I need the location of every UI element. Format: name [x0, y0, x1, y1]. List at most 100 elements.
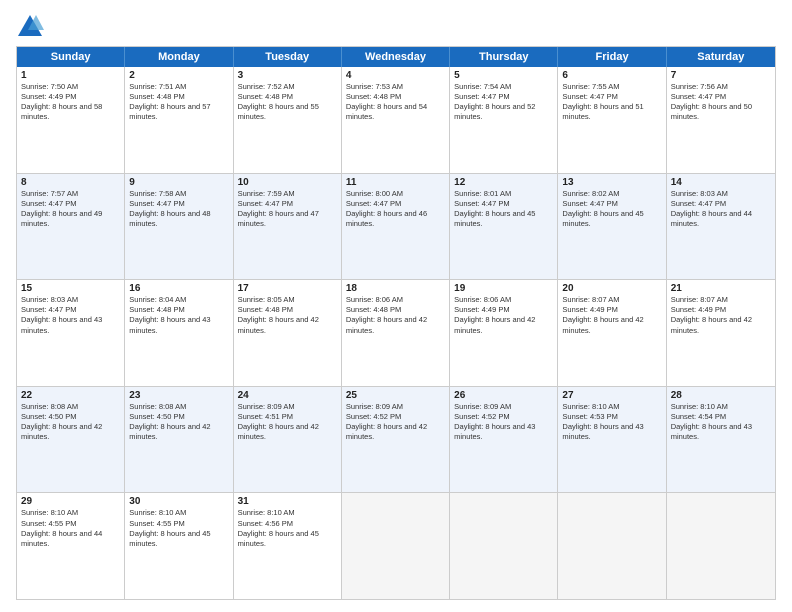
- daylight-label: Daylight: 8 hours and 42 minutes.: [671, 315, 752, 334]
- day-info: Sunrise: 8:09 AM Sunset: 4:51 PM Dayligh…: [238, 402, 337, 443]
- day-cell-18: 18 Sunrise: 8:06 AM Sunset: 4:48 PM Dayl…: [342, 280, 450, 386]
- sunset-label: Sunset: 4:47 PM: [671, 199, 726, 208]
- day-number: 26: [454, 390, 553, 401]
- day-number: 7: [671, 70, 771, 81]
- day-number: 12: [454, 177, 553, 188]
- day-cell-25: 25 Sunrise: 8:09 AM Sunset: 4:52 PM Dayl…: [342, 387, 450, 493]
- day-number: 18: [346, 283, 445, 294]
- sunset-label: Sunset: 4:47 PM: [671, 92, 726, 101]
- sunrise-label: Sunrise: 8:10 AM: [562, 402, 619, 411]
- daylight-label: Daylight: 8 hours and 44 minutes.: [21, 529, 102, 548]
- daylight-label: Daylight: 8 hours and 50 minutes.: [671, 102, 752, 121]
- day-number: 2: [129, 70, 228, 81]
- daylight-label: Daylight: 8 hours and 55 minutes.: [238, 102, 319, 121]
- daylight-label: Daylight: 8 hours and 42 minutes.: [346, 315, 427, 334]
- sunrise-label: Sunrise: 8:02 AM: [562, 189, 619, 198]
- daylight-label: Daylight: 8 hours and 42 minutes.: [21, 422, 102, 441]
- empty-cell-4-5: [558, 493, 666, 599]
- day-number: 19: [454, 283, 553, 294]
- day-number: 8: [21, 177, 120, 188]
- day-info: Sunrise: 7:54 AM Sunset: 4:47 PM Dayligh…: [454, 82, 553, 123]
- day-info: Sunrise: 8:10 AM Sunset: 4:55 PM Dayligh…: [21, 508, 120, 549]
- sunrise-label: Sunrise: 7:58 AM: [129, 189, 186, 198]
- day-info: Sunrise: 7:57 AM Sunset: 4:47 PM Dayligh…: [21, 189, 120, 230]
- day-cell-11: 11 Sunrise: 8:00 AM Sunset: 4:47 PM Dayl…: [342, 174, 450, 280]
- day-cell-6: 6 Sunrise: 7:55 AM Sunset: 4:47 PM Dayli…: [558, 67, 666, 173]
- sunrise-label: Sunrise: 7:59 AM: [238, 189, 295, 198]
- sunrise-label: Sunrise: 8:09 AM: [346, 402, 403, 411]
- daylight-label: Daylight: 8 hours and 46 minutes.: [346, 209, 427, 228]
- calendar-row-4: 22 Sunrise: 8:08 AM Sunset: 4:50 PM Dayl…: [17, 386, 775, 493]
- calendar: SundayMondayTuesdayWednesdayThursdayFrid…: [16, 46, 776, 600]
- calendar-row-5: 29 Sunrise: 8:10 AM Sunset: 4:55 PM Dayl…: [17, 492, 775, 599]
- day-info: Sunrise: 8:03 AM Sunset: 4:47 PM Dayligh…: [671, 189, 771, 230]
- day-number: 21: [671, 283, 771, 294]
- day-info: Sunrise: 8:07 AM Sunset: 4:49 PM Dayligh…: [562, 295, 661, 336]
- daylight-label: Daylight: 8 hours and 42 minutes.: [346, 422, 427, 441]
- sunset-label: Sunset: 4:52 PM: [346, 412, 401, 421]
- daylight-label: Daylight: 8 hours and 45 minutes.: [454, 209, 535, 228]
- sunrise-label: Sunrise: 8:06 AM: [454, 295, 511, 304]
- logo: [16, 12, 48, 40]
- daylight-label: Daylight: 8 hours and 48 minutes.: [129, 209, 210, 228]
- day-info: Sunrise: 7:51 AM Sunset: 4:48 PM Dayligh…: [129, 82, 228, 123]
- calendar-header: SundayMondayTuesdayWednesdayThursdayFrid…: [17, 47, 775, 67]
- day-number: 29: [21, 496, 120, 507]
- sunrise-label: Sunrise: 8:04 AM: [129, 295, 186, 304]
- sunset-label: Sunset: 4:55 PM: [129, 519, 184, 528]
- sunset-label: Sunset: 4:48 PM: [346, 305, 401, 314]
- sunrise-label: Sunrise: 8:08 AM: [129, 402, 186, 411]
- day-header-sunday: Sunday: [17, 47, 125, 67]
- calendar-row-1: 1 Sunrise: 7:50 AM Sunset: 4:49 PM Dayli…: [17, 67, 775, 173]
- sunrise-label: Sunrise: 8:08 AM: [21, 402, 78, 411]
- day-info: Sunrise: 8:09 AM Sunset: 4:52 PM Dayligh…: [454, 402, 553, 443]
- day-header-saturday: Saturday: [667, 47, 775, 67]
- sunrise-label: Sunrise: 8:10 AM: [671, 402, 728, 411]
- sunrise-label: Sunrise: 7:52 AM: [238, 82, 295, 91]
- daylight-label: Daylight: 8 hours and 43 minutes.: [454, 422, 535, 441]
- sunrise-label: Sunrise: 7:56 AM: [671, 82, 728, 91]
- day-cell-3: 3 Sunrise: 7:52 AM Sunset: 4:48 PM Dayli…: [234, 67, 342, 173]
- sunset-label: Sunset: 4:47 PM: [454, 199, 509, 208]
- day-info: Sunrise: 8:06 AM Sunset: 4:49 PM Dayligh…: [454, 295, 553, 336]
- day-number: 17: [238, 283, 337, 294]
- daylight-label: Daylight: 8 hours and 43 minutes.: [562, 422, 643, 441]
- sunset-label: Sunset: 4:47 PM: [562, 92, 617, 101]
- sunrise-label: Sunrise: 8:07 AM: [671, 295, 728, 304]
- daylight-label: Daylight: 8 hours and 43 minutes.: [129, 315, 210, 334]
- daylight-label: Daylight: 8 hours and 42 minutes.: [238, 422, 319, 441]
- day-info: Sunrise: 8:08 AM Sunset: 4:50 PM Dayligh…: [129, 402, 228, 443]
- day-number: 15: [21, 283, 120, 294]
- empty-cell-4-3: [342, 493, 450, 599]
- daylight-label: Daylight: 8 hours and 52 minutes.: [454, 102, 535, 121]
- day-info: Sunrise: 8:06 AM Sunset: 4:48 PM Dayligh…: [346, 295, 445, 336]
- day-info: Sunrise: 8:10 AM Sunset: 4:54 PM Dayligh…: [671, 402, 771, 443]
- sunrise-label: Sunrise: 8:10 AM: [238, 508, 295, 517]
- sunrise-label: Sunrise: 7:54 AM: [454, 82, 511, 91]
- day-number: 31: [238, 496, 337, 507]
- sunrise-label: Sunrise: 8:06 AM: [346, 295, 403, 304]
- sunset-label: Sunset: 4:47 PM: [562, 199, 617, 208]
- day-cell-16: 16 Sunrise: 8:04 AM Sunset: 4:48 PM Dayl…: [125, 280, 233, 386]
- sunset-label: Sunset: 4:48 PM: [129, 92, 184, 101]
- day-info: Sunrise: 7:53 AM Sunset: 4:48 PM Dayligh…: [346, 82, 445, 123]
- sunset-label: Sunset: 4:47 PM: [129, 199, 184, 208]
- daylight-label: Daylight: 8 hours and 42 minutes.: [238, 315, 319, 334]
- empty-cell-4-6: [667, 493, 775, 599]
- daylight-label: Daylight: 8 hours and 47 minutes.: [238, 209, 319, 228]
- day-info: Sunrise: 7:56 AM Sunset: 4:47 PM Dayligh…: [671, 82, 771, 123]
- day-cell-10: 10 Sunrise: 7:59 AM Sunset: 4:47 PM Dayl…: [234, 174, 342, 280]
- sunset-label: Sunset: 4:47 PM: [238, 199, 293, 208]
- day-info: Sunrise: 8:08 AM Sunset: 4:50 PM Dayligh…: [21, 402, 120, 443]
- sunset-label: Sunset: 4:50 PM: [21, 412, 76, 421]
- day-number: 10: [238, 177, 337, 188]
- sunset-label: Sunset: 4:55 PM: [21, 519, 76, 528]
- day-cell-30: 30 Sunrise: 8:10 AM Sunset: 4:55 PM Dayl…: [125, 493, 233, 599]
- daylight-label: Daylight: 8 hours and 44 minutes.: [671, 209, 752, 228]
- day-info: Sunrise: 7:50 AM Sunset: 4:49 PM Dayligh…: [21, 82, 120, 123]
- day-info: Sunrise: 7:58 AM Sunset: 4:47 PM Dayligh…: [129, 189, 228, 230]
- sunrise-label: Sunrise: 7:50 AM: [21, 82, 78, 91]
- sunrise-label: Sunrise: 8:10 AM: [21, 508, 78, 517]
- daylight-label: Daylight: 8 hours and 58 minutes.: [21, 102, 102, 121]
- daylight-label: Daylight: 8 hours and 45 minutes.: [562, 209, 643, 228]
